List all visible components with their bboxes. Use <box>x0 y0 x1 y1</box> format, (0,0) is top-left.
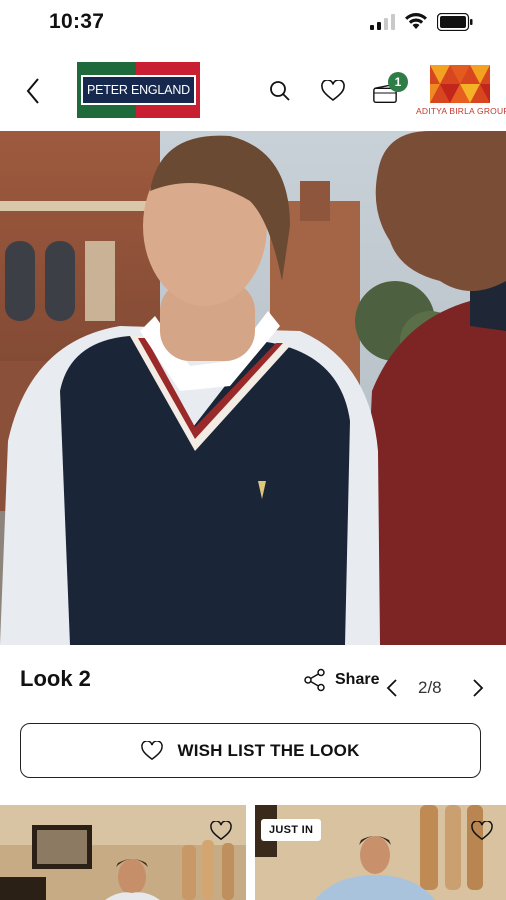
previous-look-button[interactable] <box>382 676 402 700</box>
search-icon <box>270 81 290 101</box>
wishlist-the-look-button[interactable]: WISH LIST THE LOOK <box>20 723 481 778</box>
product-card[interactable]: JUST IN <box>255 805 506 900</box>
chevron-left-icon <box>26 78 39 104</box>
brand-logo-box: PETER ENGLAND <box>81 75 196 105</box>
heart-icon <box>321 80 345 102</box>
partner-name: ADITYA BIRLA GROUP <box>416 106 506 116</box>
next-look-button[interactable] <box>468 676 488 700</box>
back-button[interactable] <box>20 74 46 108</box>
chevron-right-icon <box>473 679 484 697</box>
cellular-signal-icon <box>370 14 395 30</box>
partner-logo-mark <box>430 65 490 103</box>
product-tag: JUST IN <box>261 819 322 841</box>
search-button[interactable] <box>267 78 293 104</box>
product-card[interactable] <box>0 805 246 900</box>
product-wishlist-button[interactable] <box>469 819 495 843</box>
wishlist-the-look-label: WISH LIST THE LOOK <box>177 740 360 760</box>
product-wishlist-button[interactable] <box>208 819 234 843</box>
status-bar: 10:37 <box>0 0 506 46</box>
brand-name: PETER ENGLAND <box>87 83 190 97</box>
heart-icon <box>141 740 164 760</box>
battery-icon <box>437 13 473 31</box>
share-icon <box>304 668 325 692</box>
cart-count-badge: 1 <box>388 72 408 92</box>
status-time: 10:37 <box>49 10 105 33</box>
share-label: Share <box>335 671 380 688</box>
app-header: PETER ENGLAND 1 ADITYA BIRLA GROUP <box>0 52 506 128</box>
hero-photo <box>0 131 506 645</box>
partner-logo: ADITYA BIRLA GROUP <box>416 65 506 117</box>
look-pager-count: 2/8 <box>418 678 442 697</box>
wifi-icon <box>405 13 427 29</box>
heart-icon <box>210 821 232 841</box>
look-hero-image[interactable] <box>0 131 506 645</box>
heart-icon <box>471 821 493 841</box>
brand-logo[interactable]: PETER ENGLAND <box>77 62 200 118</box>
share-button[interactable]: Share <box>303 667 379 693</box>
wishlist-header-button[interactable] <box>320 78 346 104</box>
chevron-left-icon <box>386 679 397 697</box>
look-title: Look 2 <box>20 666 91 691</box>
